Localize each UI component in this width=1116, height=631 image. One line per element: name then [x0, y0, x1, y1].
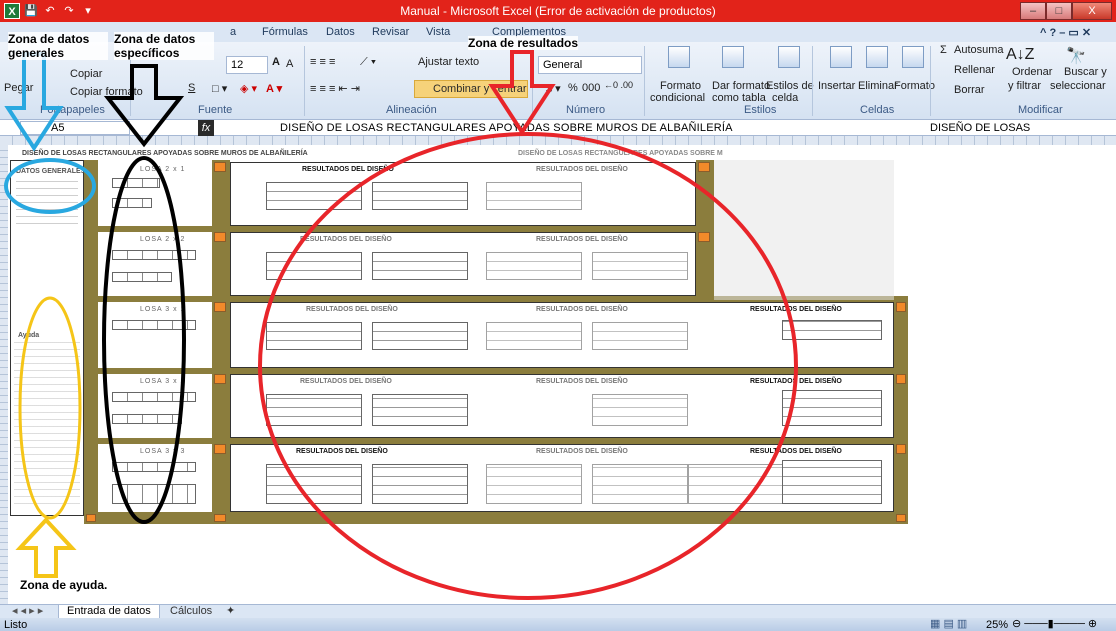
- view-buttons[interactable]: ▦ ▤ ▥: [930, 618, 967, 630]
- sheet-tab-entrada[interactable]: Entrada de datos: [58, 605, 160, 619]
- yellow-arrow: [15, 517, 77, 578]
- sheet-tab-calculos[interactable]: Cálculos: [162, 605, 220, 619]
- zoom-slider[interactable]: ⊖ ───▮──── ⊕: [1012, 618, 1097, 630]
- zoom-level[interactable]: 25%: [986, 619, 1008, 631]
- blue-arrow: [4, 52, 64, 152]
- sheet-nav-icons[interactable]: ◂ ◂ ▸ ▸: [4, 605, 51, 619]
- red-ellipse: [258, 132, 798, 600]
- status-text: Listo: [4, 619, 28, 631]
- red-arrow: [488, 50, 556, 136]
- black-arrow: [103, 64, 185, 148]
- black-ellipse: [102, 156, 186, 524]
- blue-ellipse: [4, 158, 96, 214]
- annotation-help: Zona de ayuda.: [20, 578, 108, 592]
- status-bar: Listo ▦ ▤ ▥ 25% ⊖ ───▮──── ⊕: [0, 618, 1116, 631]
- annotation-specific: Zona de datos específicos: [114, 32, 214, 60]
- sheet-tabs-bar: ◂ ◂ ▸ ▸ Entrada de datos Cálculos ✦: [0, 604, 1116, 619]
- annotation-results: Zona de resultados: [468, 36, 579, 50]
- annotation-general: Zona de datos generales: [8, 32, 108, 60]
- new-sheet-icon[interactable]: ✦: [218, 605, 243, 619]
- yellow-ellipse: [18, 296, 82, 520]
- annotation-overlay: [4, 50, 798, 600]
